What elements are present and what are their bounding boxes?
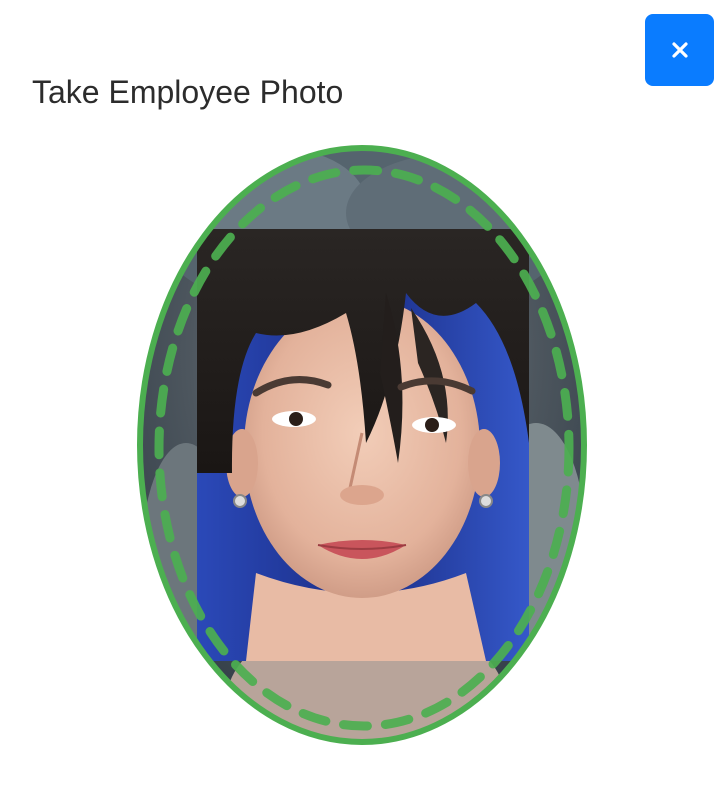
close-button[interactable]: [645, 14, 714, 86]
face-snapshot: [197, 229, 529, 661]
camera-preview[interactable]: [136, 143, 588, 747]
page-title: Take Employee Photo: [32, 74, 344, 110]
close-icon: [671, 42, 688, 58]
